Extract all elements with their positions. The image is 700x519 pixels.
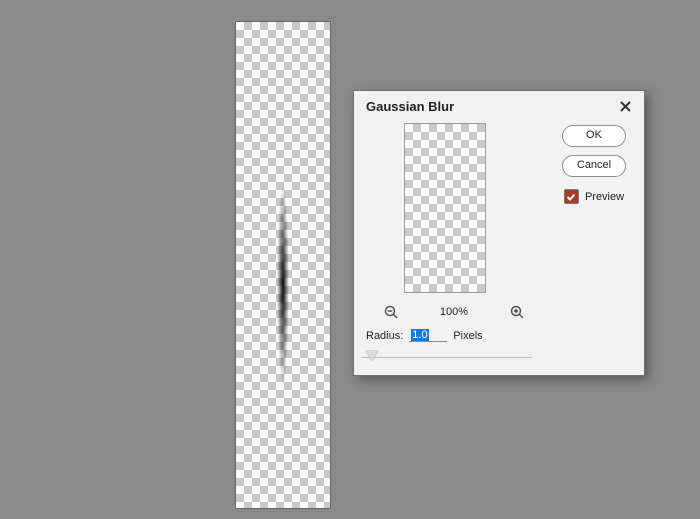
filter-preview[interactable]: [404, 123, 486, 293]
radius-label: Radius:: [366, 330, 403, 342]
radius-value: 1.0: [411, 329, 428, 341]
dialog-titlebar: Gaussian Blur: [354, 91, 644, 119]
check-icon: [566, 192, 576, 202]
radius-input[interactable]: 1.0: [409, 329, 447, 342]
radius-slider[interactable]: [362, 351, 532, 365]
zoom-level: 100%: [440, 306, 468, 318]
preview-option[interactable]: Preview: [564, 189, 624, 204]
zoom-in-icon: [510, 305, 524, 319]
zoom-in-button[interactable]: [510, 305, 524, 319]
preview-checkbox[interactable]: [564, 189, 579, 204]
gaussian-blur-dialog: Gaussian Blur OK Cancel Preview 100%: [353, 90, 645, 376]
cancel-button[interactable]: Cancel: [562, 155, 626, 177]
zoom-out-button[interactable]: [384, 305, 398, 319]
radius-unit: Pixels: [453, 330, 482, 342]
document-canvas[interactable]: [236, 22, 330, 508]
ok-button[interactable]: OK: [562, 125, 626, 147]
preview-label: Preview: [585, 191, 624, 203]
zoom-out-icon: [384, 305, 398, 319]
close-icon: [620, 101, 631, 112]
slider-thumb[interactable]: [366, 351, 378, 361]
dialog-title: Gaussian Blur: [366, 99, 454, 114]
slider-track: [362, 357, 532, 358]
canvas-artwork: [277, 182, 289, 388]
close-button[interactable]: [616, 97, 634, 115]
